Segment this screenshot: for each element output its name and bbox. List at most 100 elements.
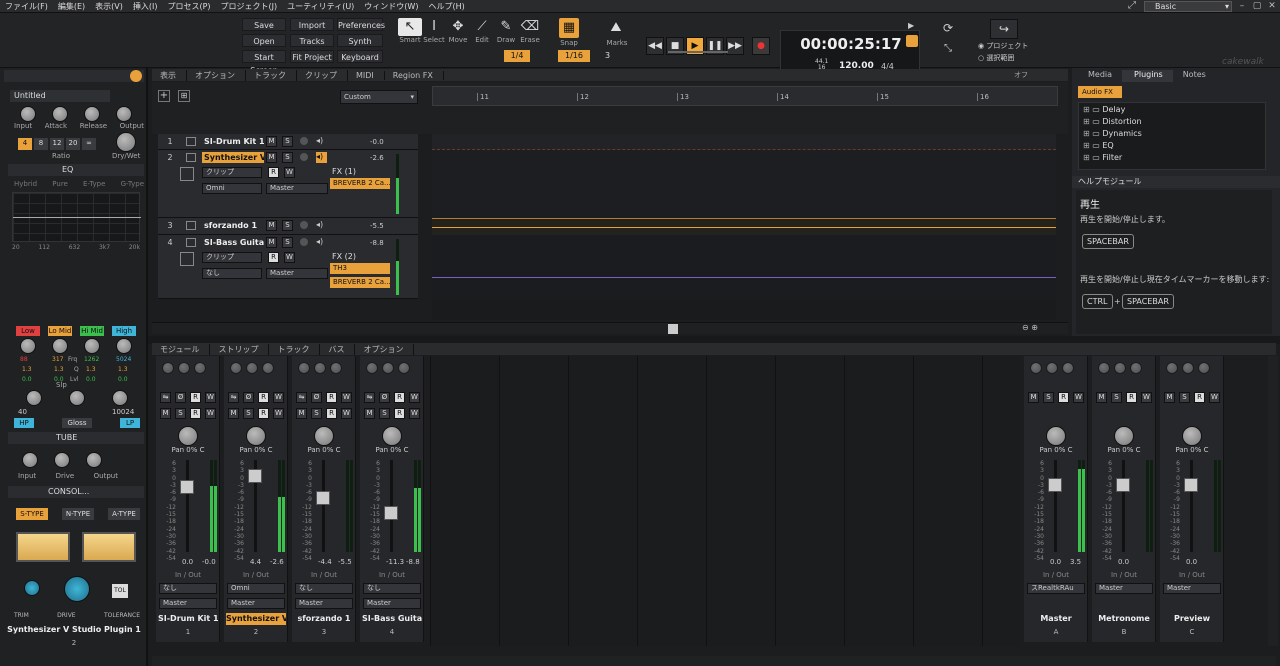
- menu-project[interactable]: プロジェクト(J): [216, 1, 283, 12]
- menu-region-fx[interactable]: Region FX: [385, 70, 444, 80]
- strip-output-dropdown[interactable]: Master: [227, 598, 285, 609]
- track-row[interactable]: 4 SI-Bass Guitar M S ◂) -8.8 クリップ R W なし Master FX …: [158, 235, 418, 299]
- move-tool[interactable]: ✥ Move: [446, 18, 470, 44]
- strip-output-dropdown[interactable]: スRealtkRAu: [1027, 583, 1085, 594]
- menu-utilities[interactable]: ユーティリティ(U): [282, 1, 359, 12]
- fit-project-button[interactable]: Fit Project: [290, 50, 334, 63]
- audio-fx-category[interactable]: Audio FX: [1078, 86, 1122, 98]
- input-knob[interactable]: [20, 106, 36, 122]
- strip-io-button[interactable]: ⇋: [160, 392, 171, 403]
- pan-knob[interactable]: [178, 426, 198, 446]
- slope-knob[interactable]: [68, 390, 85, 406]
- track-icon[interactable]: [186, 221, 196, 230]
- plugin-folder[interactable]: ⊞ ▭ Delay: [1083, 105, 1125, 114]
- track-output-dropdown[interactable]: Master: [266, 183, 328, 194]
- strip-w-button[interactable]: W: [341, 408, 352, 419]
- tube-section-header[interactable]: TUBE: [8, 432, 144, 444]
- send-knob[interactable]: [1098, 362, 1110, 374]
- strip-m-button[interactable]: M: [1028, 392, 1039, 403]
- track-mute-button[interactable]: M: [266, 237, 277, 248]
- tab-plugins[interactable]: Plugins: [1122, 70, 1173, 82]
- tube-drive-knob[interactable]: [54, 452, 70, 468]
- s-type-button[interactable]: S-TYPE: [16, 508, 48, 520]
- transport-play-small-icon[interactable]: ▶: [908, 21, 914, 30]
- console-menu-strip[interactable]: ストリップ: [210, 343, 270, 355]
- clips-area[interactable]: [432, 134, 1056, 320]
- strip-name[interactable]: Metronome: [1094, 613, 1154, 625]
- eq-graph[interactable]: [12, 192, 141, 242]
- strip-io-button[interactable]: R: [394, 392, 405, 403]
- track-monitor-icon[interactable]: ◂): [316, 152, 327, 163]
- console-strip[interactable]: M S R W Pan 0% C 6 3 0 -3 -6 -9 -12 -15 -18 -24 -30 -36-…: [1024, 356, 1088, 642]
- pan-knob[interactable]: [1046, 426, 1066, 446]
- strip-name[interactable]: sforzando 1: [294, 613, 354, 625]
- menu-clip[interactable]: クリップ: [297, 69, 348, 81]
- track-view-preset[interactable]: Custom ▾: [340, 90, 418, 104]
- clip-drums[interactable]: [432, 134, 1056, 150]
- track-mute-button[interactable]: M: [266, 220, 277, 231]
- strip-io-button[interactable]: Ø: [379, 392, 390, 403]
- minimize-icon[interactable]: –: [1236, 1, 1248, 12]
- send-knob[interactable]: [178, 362, 190, 374]
- pan-knob[interactable]: [314, 426, 334, 446]
- strip-s-button[interactable]: S: [311, 408, 322, 419]
- erase-tool[interactable]: ⌫ Erase: [518, 18, 542, 44]
- console-menu-track[interactable]: トラック: [269, 343, 321, 355]
- track-mute-button[interactable]: M: [266, 152, 277, 163]
- console-section-header[interactable]: CONSOL...: [8, 486, 144, 498]
- position-slider[interactable]: [668, 51, 728, 53]
- release-knob[interactable]: [84, 106, 100, 122]
- preset-name[interactable]: Untitled: [10, 90, 110, 102]
- fx-bin-title[interactable]: FX (2): [332, 252, 356, 261]
- track-solo-button[interactable]: S: [282, 152, 293, 163]
- pan-knob[interactable]: [382, 426, 402, 446]
- grid-value[interactable]: 1/16: [558, 50, 590, 62]
- send-knob[interactable]: [194, 362, 206, 374]
- tab-notes[interactable]: Notes: [1173, 70, 1216, 82]
- hp-knob[interactable]: [25, 390, 42, 406]
- send-knob[interactable]: [1030, 362, 1042, 374]
- track-mute-button[interactable]: M: [266, 136, 277, 147]
- strip-io-button[interactable]: Ø: [175, 392, 186, 403]
- open-button[interactable]: Open: [242, 34, 286, 47]
- fader-cap[interactable]: [248, 469, 262, 484]
- track-read-button[interactable]: R: [268, 167, 279, 178]
- strip-w-button[interactable]: W: [409, 408, 420, 419]
- eq-freq-knob[interactable]: [20, 338, 36, 354]
- fader-cap[interactable]: [384, 506, 398, 520]
- console-strip[interactable]: M S R W Pan 0% C 6 3 0 -3 -6 -9 -12 -15 -18 -24 -30 -36-…: [1092, 356, 1156, 642]
- track-write-button[interactable]: W: [284, 167, 295, 178]
- eq-freq-knob[interactable]: [52, 338, 68, 354]
- strip-io-button[interactable]: Ø: [243, 392, 254, 403]
- keyboard-button[interactable]: Keyboard: [337, 50, 383, 63]
- strip-input-dropdown[interactable]: なし: [363, 583, 421, 594]
- ratio-4[interactable]: 4: [18, 138, 32, 150]
- send-knob[interactable]: [1166, 362, 1178, 374]
- fader-cap[interactable]: [1184, 478, 1198, 493]
- expand-plus-icon[interactable]: ⊞: [1083, 129, 1092, 138]
- menu-help[interactable]: ヘルプ(H): [423, 1, 469, 12]
- menu-track[interactable]: トラック: [246, 69, 297, 81]
- track-name[interactable]: SI-Bass Guitar: [202, 237, 264, 248]
- eq-section-header[interactable]: EQ: [8, 164, 144, 176]
- eq-freq-knob[interactable]: [116, 338, 132, 354]
- clip-sforzando[interactable]: [432, 218, 1056, 235]
- select-tool[interactable]: I Select: [422, 18, 446, 44]
- strip-io-button[interactable]: ⇋: [296, 392, 307, 403]
- strip-name[interactable]: Synthesizer V Studio Plugin 1: [226, 613, 286, 625]
- track-name[interactable]: Synthesizer V Studio Plugin 1: [202, 152, 264, 163]
- tab-media[interactable]: Media: [1072, 70, 1122, 82]
- track-row[interactable]: 1 SI-Drum Kit 1 M S ◂) -0.0: [158, 134, 418, 150]
- fader-cap[interactable]: [316, 491, 330, 506]
- track-icon[interactable]: [186, 153, 196, 162]
- track-record-icon[interactable]: [300, 153, 308, 161]
- tolerance-button[interactable]: TOL: [112, 584, 128, 598]
- lane-synth[interactable]: [432, 150, 1056, 218]
- fx-plugin[interactable]: BREVERB 2 Ca...: [330, 277, 390, 288]
- track-clip-dropdown[interactable]: クリップ: [202, 252, 262, 263]
- edit-tool[interactable]: ⟋ Edit: [470, 18, 494, 44]
- console-strip[interactable]: M S R W ⇋ Ø R W Pan 0% C 6 3 0 -3 -6 -9 -12 -15 -18 -24 -30…: [224, 356, 288, 642]
- strip-name[interactable]: SI-Drum Kit 1: [158, 613, 218, 625]
- track-clip-dropdown[interactable]: クリップ: [202, 167, 262, 178]
- strip-r-button[interactable]: R: [1058, 392, 1069, 403]
